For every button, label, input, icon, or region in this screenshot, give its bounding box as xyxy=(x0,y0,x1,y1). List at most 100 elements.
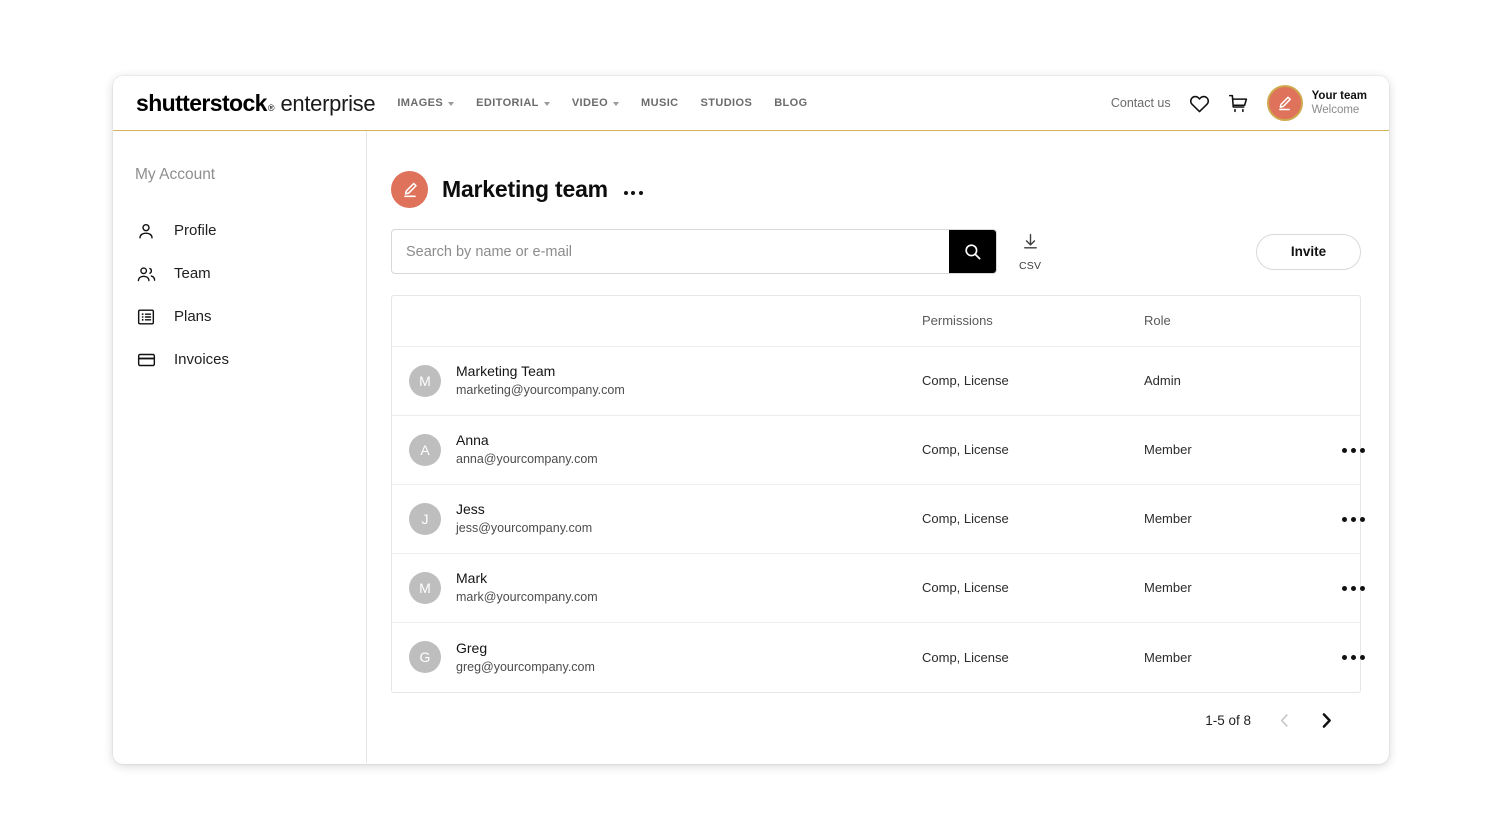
search-bar xyxy=(391,229,997,274)
sidebar: My Account Profile Team Plans Invoices xyxy=(113,131,367,763)
sidebar-item-team[interactable]: Team xyxy=(113,252,366,295)
member-email: greg@yourcompany.com xyxy=(456,659,595,674)
role-cell: Member xyxy=(1144,579,1299,597)
browser-window-card: shutterstock ® enterprise IMAGES EDITORIA… xyxy=(113,76,1389,764)
member-identity: Greg greg@yourcompany.com xyxy=(456,638,595,678)
table-header-role: Role xyxy=(1144,312,1299,330)
pagination-range: 1-5 of 8 xyxy=(1205,713,1251,728)
search-input[interactable] xyxy=(392,230,949,273)
table-header-permissions: Permissions xyxy=(922,312,1144,330)
dot xyxy=(638,190,643,195)
csv-label: CSV xyxy=(1019,259,1042,272)
member-email: marketing@yourcompany.com xyxy=(456,383,625,398)
dot xyxy=(1360,655,1365,660)
brand-trademark: ® xyxy=(267,102,275,113)
role-value: Admin xyxy=(1144,373,1181,388)
credit-card-icon xyxy=(135,350,157,370)
permissions-value: Comp, License xyxy=(922,442,1009,457)
actions-cell xyxy=(1299,585,1365,591)
role-value: Member xyxy=(1144,580,1192,595)
nav-item-video[interactable]: VIDEO xyxy=(572,97,620,109)
chevron-left-icon[interactable] xyxy=(1277,712,1292,729)
brand-logo[interactable]: shutterstock ® enterprise xyxy=(136,90,376,117)
nav-item-blog[interactable]: BLOG xyxy=(774,97,807,109)
role-cell: Member xyxy=(1144,510,1299,528)
user-info: Your team Welcome xyxy=(1312,89,1367,118)
permissions-value: Comp, License xyxy=(922,649,1009,665)
pen-avatar-icon xyxy=(391,171,428,208)
avatar: A xyxy=(409,433,441,466)
nav-label: MUSIC xyxy=(641,97,679,109)
permissions-cell: Comp, License xyxy=(922,441,1144,459)
member-cell: M Mark mark@yourcompany.com xyxy=(392,568,922,608)
dot xyxy=(1360,447,1365,453)
pagination: 1-5 of 8 xyxy=(391,693,1361,730)
search-button[interactable] xyxy=(949,230,996,273)
user-greeting: Welcome xyxy=(1311,104,1360,116)
member-cell: M Marketing Team marketing@yourcompany.c… xyxy=(392,361,922,401)
row-menu-icon[interactable] xyxy=(1342,516,1365,522)
row-menu-icon[interactable] xyxy=(1342,447,1365,453)
nav-item-studios[interactable]: STUDIOS xyxy=(701,97,753,109)
table-row[interactable]: M Mark mark@yourcompany.com Comp, Licens… xyxy=(392,554,1365,623)
site-header: shutterstock ® enterprise IMAGES EDITORIA… xyxy=(113,76,1389,131)
user-menu[interactable]: Your team Welcome xyxy=(1266,85,1367,121)
column-label: Permissions xyxy=(922,313,993,328)
permissions-cell: Comp, License xyxy=(922,510,1144,528)
heart-icon[interactable] xyxy=(1189,94,1210,113)
nav-item-images[interactable]: IMAGES xyxy=(397,97,455,109)
table-header-row: Permissions Role xyxy=(392,296,1360,347)
page-body: My Account Profile Team Plans Invoices M… xyxy=(113,131,1389,763)
ellipsis-icon[interactable] xyxy=(623,190,643,195)
row-menu-icon[interactable] xyxy=(1342,655,1365,660)
dot xyxy=(1351,655,1356,660)
row-menu-icon[interactable] xyxy=(1342,585,1365,591)
list-icon xyxy=(135,307,157,327)
contact-us-link[interactable]: Contact us xyxy=(1111,96,1171,110)
table-row[interactable]: A Anna anna@yourcompany.com Comp, Licens… xyxy=(392,416,1365,485)
sidebar-item-plans[interactable]: Plans xyxy=(113,295,366,338)
member-identity: Mark mark@yourcompany.com xyxy=(456,568,598,608)
chevron-down-icon xyxy=(543,101,550,106)
user-name: Your team xyxy=(1311,89,1367,102)
table-row[interactable]: M Marketing Team marketing@yourcompany.c… xyxy=(392,347,1360,416)
member-email: anna@yourcompany.com xyxy=(456,452,598,467)
shopping-cart-icon[interactable] xyxy=(1228,93,1249,114)
nav-label: BLOG xyxy=(774,97,808,109)
sidebar-item-profile[interactable]: Profile xyxy=(113,209,366,252)
brand-product: enterprise xyxy=(280,90,376,116)
page-root: shutterstock ® enterprise IMAGES EDITORIA… xyxy=(0,0,1500,840)
invite-button[interactable]: Invite xyxy=(1256,233,1361,270)
chevron-right-icon[interactable] xyxy=(1318,711,1335,730)
sidebar-item-label: Invoices xyxy=(174,351,230,368)
permissions-cell: Comp, License xyxy=(922,649,1144,667)
dot xyxy=(1360,516,1365,522)
permissions-value: Comp, License xyxy=(922,511,1009,526)
nav-label: STUDIOS xyxy=(700,97,753,109)
sidebar-item-invoices[interactable]: Invoices xyxy=(113,338,366,381)
user-icon xyxy=(135,221,157,241)
avatar: M xyxy=(409,364,441,397)
member-name: Mark xyxy=(456,570,488,587)
nav-label: EDITORIAL xyxy=(476,97,539,109)
table-row[interactable]: G Greg greg@yourcompany.com Comp, Licens… xyxy=(392,623,1365,692)
users-icon xyxy=(135,264,157,284)
member-cell: J Jess jess@yourcompany.com xyxy=(392,499,922,539)
member-name: Jess xyxy=(456,501,485,518)
avatar: G xyxy=(409,641,441,674)
team-members-table: Permissions Role M Marketing Team market… xyxy=(391,295,1365,693)
permissions-cell: Comp, License xyxy=(922,579,1144,597)
nav-item-music[interactable]: MUSIC xyxy=(641,97,678,109)
table-row[interactable]: J Jess jess@yourcompany.com Comp, Licens… xyxy=(392,485,1365,554)
dot xyxy=(1342,516,1347,522)
nav-item-editorial[interactable]: EDITORIAL xyxy=(476,97,550,109)
download-csv-button[interactable]: CSV xyxy=(1019,232,1041,272)
member-identity: Jess jess@yourcompany.com xyxy=(456,499,592,539)
member-identity: Anna anna@yourcompany.com xyxy=(456,430,598,470)
dot xyxy=(623,190,628,195)
dot xyxy=(1351,447,1356,453)
role-value: Member xyxy=(1144,511,1192,526)
actions-cell xyxy=(1299,447,1365,453)
dot xyxy=(1342,585,1347,591)
dot xyxy=(631,190,636,195)
